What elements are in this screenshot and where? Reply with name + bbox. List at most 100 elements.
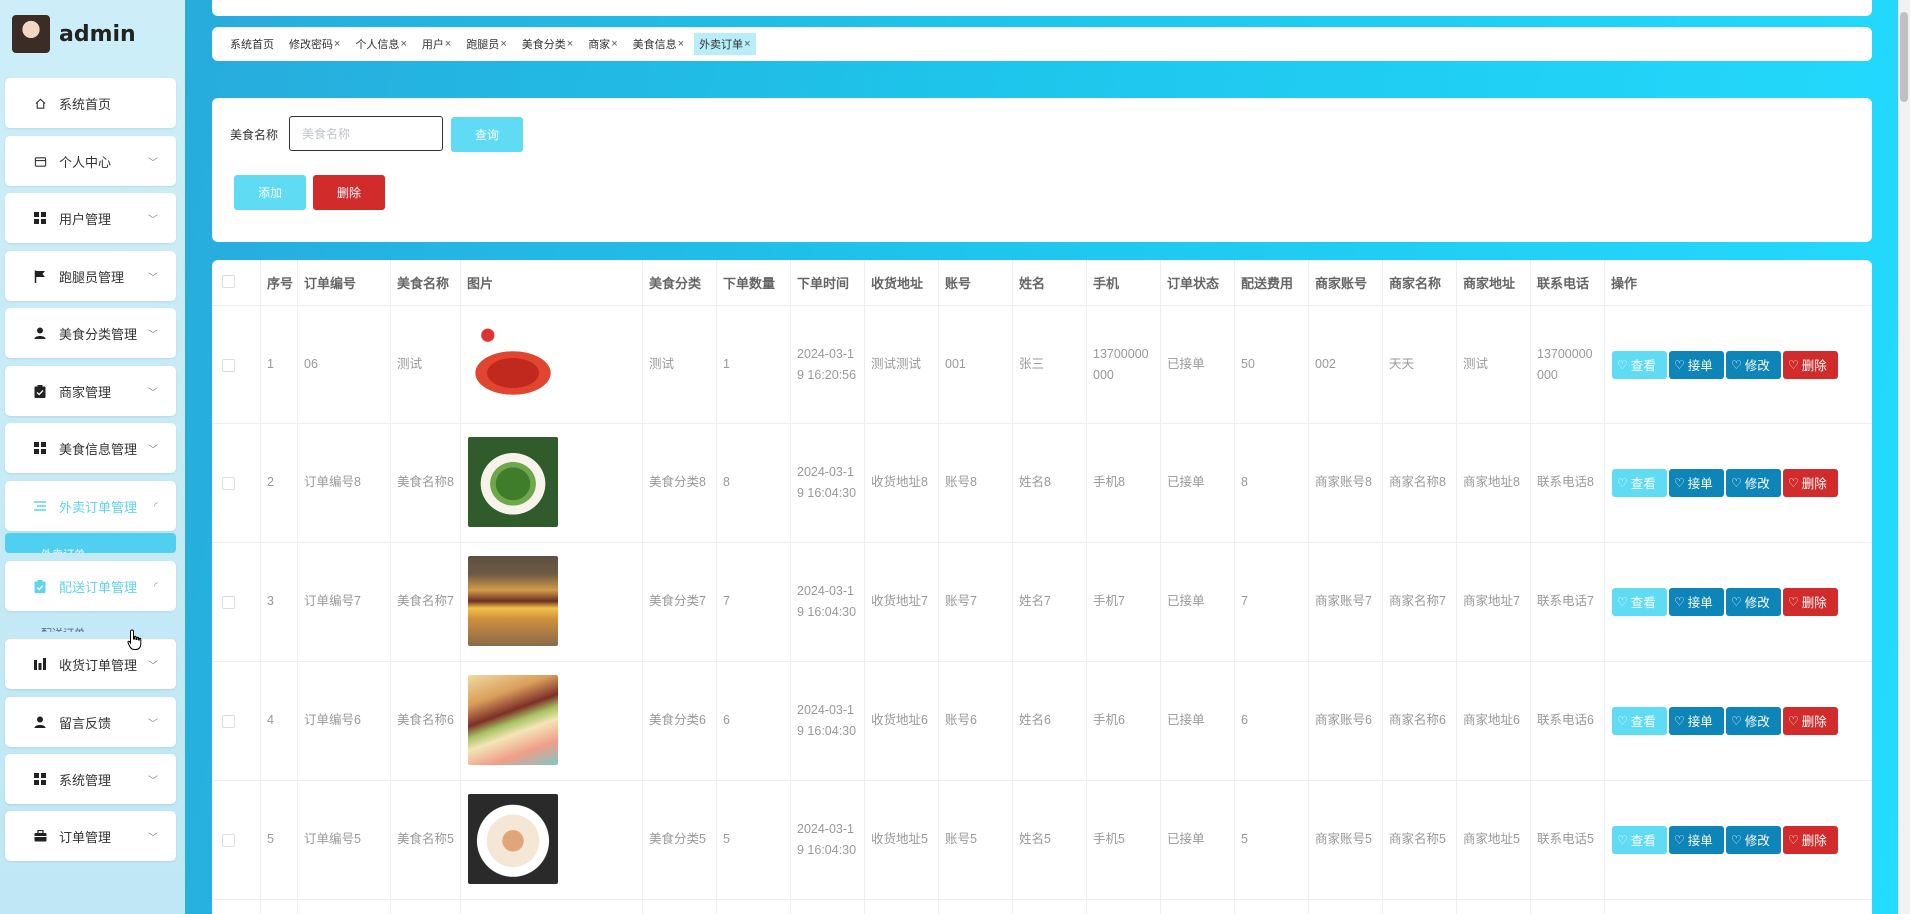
sidebar-item[interactable]: 系统管理 ﹀ <box>5 754 176 804</box>
take-order-button[interactable]: ♡ 接单 <box>1669 706 1724 735</box>
sidebar-item[interactable]: 留言反馈 ﹀ <box>5 697 176 747</box>
batch-delete-button[interactable]: 删除 <box>313 175 385 210</box>
row-checkbox[interactable] <box>222 358 235 372</box>
take-order-button[interactable]: ♡ 接单 <box>1669 587 1724 616</box>
table-cell: 001 <box>945 357 966 371</box>
delete-button[interactable]: ♡ 删除 <box>1783 587 1838 616</box>
table-cell: 订单编号6 <box>304 713 361 727</box>
tab-label: 商家 <box>588 39 611 51</box>
table-cell: 06 <box>304 357 318 371</box>
view-button[interactable]: ♡ 查看 <box>1612 587 1667 616</box>
sidebar-item[interactable]: 跑腿员管理 ﹀ <box>5 251 176 301</box>
sidebar-item[interactable]: 用户管理 ﹀ <box>5 193 176 243</box>
sidebar-item[interactable]: 美食分类管理 ﹀ <box>5 308 176 358</box>
column-divider <box>297 260 298 914</box>
sidebar-subitem-delivery[interactable]: 配送订单 <box>5 612 176 632</box>
sidebar-item[interactable]: 商家管理 ﹀ <box>5 366 176 416</box>
heart-icon: ♡ <box>1674 594 1685 609</box>
action-label: 接单 <box>1687 834 1713 848</box>
close-icon[interactable]: × <box>500 38 506 50</box>
table-cell: 5 <box>723 832 730 846</box>
take-order-button[interactable]: ♡ 接单 <box>1669 350 1724 379</box>
column-header: 配送费用 <box>1241 276 1294 291</box>
sidebar-item[interactable]: 配送订单管理 ◜ <box>5 561 176 611</box>
row-checkbox[interactable] <box>222 595 235 609</box>
view-button[interactable]: ♡ 查看 <box>1612 706 1667 735</box>
tab[interactable]: 个人信息 × <box>350 33 411 55</box>
tab[interactable]: 美食分类 × <box>517 33 578 55</box>
delete-button[interactable]: ♡ 删除 <box>1783 706 1838 735</box>
tab[interactable]: 修改密码 × <box>284 33 345 55</box>
table-cell: 账号8 <box>945 475 977 489</box>
tab[interactable]: 外卖订单 × <box>694 33 756 55</box>
avatar[interactable] <box>12 15 50 53</box>
delete-button[interactable]: ♡ 删除 <box>1783 350 1838 379</box>
sidebar-item[interactable]: 收货订单管理 ﹀ <box>5 639 176 689</box>
table-cell: 商家账号5 <box>1315 832 1372 846</box>
sidebar-item[interactable]: 美食信息管理 ﹀ <box>5 423 176 473</box>
select-all-checkbox[interactable] <box>222 275 235 288</box>
sidebar-subitem-takeout[interactable]: 外卖订单 <box>5 533 176 553</box>
heart-icon: ♡ <box>1788 475 1799 490</box>
close-icon[interactable]: × <box>334 38 340 50</box>
column-header: 下单数量 <box>723 276 776 291</box>
chevron-down-icon: ﹀ <box>148 272 158 284</box>
column-divider <box>1604 260 1605 914</box>
person-icon <box>33 326 47 340</box>
close-icon[interactable]: × <box>678 38 684 50</box>
query-button[interactable]: 查询 <box>451 117 523 152</box>
view-button[interactable]: ♡ 查看 <box>1612 825 1667 854</box>
row-checkbox[interactable] <box>222 714 235 728</box>
brand: admin <box>12 14 136 54</box>
column-header: 商家账号 <box>1315 276 1368 291</box>
page-scrollbar[interactable] <box>1898 0 1910 914</box>
sidebar-item[interactable]: 订单管理 ﹀ <box>5 811 176 861</box>
table-cell: 6 <box>1241 713 1248 727</box>
edit-button[interactable]: ♡ 修改 <box>1726 706 1781 735</box>
sidebar-item[interactable]: 个人中心 ﹀ <box>5 136 176 186</box>
take-order-button[interactable]: ♡ 接单 <box>1669 468 1724 497</box>
edit-button[interactable]: ♡ 修改 <box>1726 350 1781 379</box>
search-input[interactable] <box>289 116 443 151</box>
column-header: 账号 <box>945 276 972 291</box>
view-button[interactable]: ♡ 查看 <box>1612 350 1667 379</box>
tab[interactable]: 跑腿员 × <box>461 33 511 55</box>
scrollbar-thumb[interactable] <box>1900 12 1908 102</box>
action-label: 修改 <box>1744 477 1770 491</box>
search-panel: 美食名称 查询 添加 删除 <box>212 98 1872 242</box>
row-checkbox[interactable] <box>222 476 235 490</box>
sidebar-item[interactable]: 外卖订单管理 ◜ <box>5 481 176 531</box>
chevron-down-icon: ﹀ <box>148 157 158 169</box>
tab[interactable]: 商家 × <box>583 33 622 55</box>
table-cell: 商家账号7 <box>1315 594 1372 608</box>
table-cell: 姓名5 <box>1019 832 1051 846</box>
close-icon[interactable]: × <box>611 38 617 50</box>
sidebar-item[interactable]: 系统首页 <box>5 78 176 128</box>
close-icon[interactable]: × <box>400 38 406 50</box>
delete-button[interactable]: ♡ 删除 <box>1783 468 1838 497</box>
column-header: 商家名称 <box>1389 276 1442 291</box>
table-cell: 美食分类7 <box>649 594 706 608</box>
table-cell: 手机6 <box>1093 713 1125 727</box>
column-header: 序号 <box>267 276 294 291</box>
sidebar-item-label: 个人中心 <box>59 154 112 170</box>
delete-button[interactable]: ♡ 删除 <box>1783 825 1838 854</box>
close-icon[interactable]: × <box>567 38 573 50</box>
tab[interactable]: 美食信息 × <box>628 33 689 55</box>
username: admin <box>59 21 136 47</box>
tab[interactable]: 用户 × <box>417 33 456 55</box>
edit-button[interactable]: ♡ 修改 <box>1726 468 1781 497</box>
close-icon[interactable]: × <box>744 38 750 50</box>
take-order-button[interactable]: ♡ 接单 <box>1669 825 1724 854</box>
heart-icon: ♡ <box>1788 713 1799 728</box>
edit-button[interactable]: ♡ 修改 <box>1726 825 1781 854</box>
close-icon[interactable]: × <box>445 38 451 50</box>
tab[interactable]: 系统首页 <box>225 33 279 55</box>
add-button[interactable]: 添加 <box>234 175 306 210</box>
table-cell: 50 <box>1241 357 1255 371</box>
row-checkbox[interactable] <box>222 833 235 847</box>
action-label: 删除 <box>1801 477 1827 491</box>
heart-icon: ♡ <box>1617 713 1628 728</box>
view-button[interactable]: ♡ 查看 <box>1612 468 1667 497</box>
edit-button[interactable]: ♡ 修改 <box>1726 587 1781 616</box>
